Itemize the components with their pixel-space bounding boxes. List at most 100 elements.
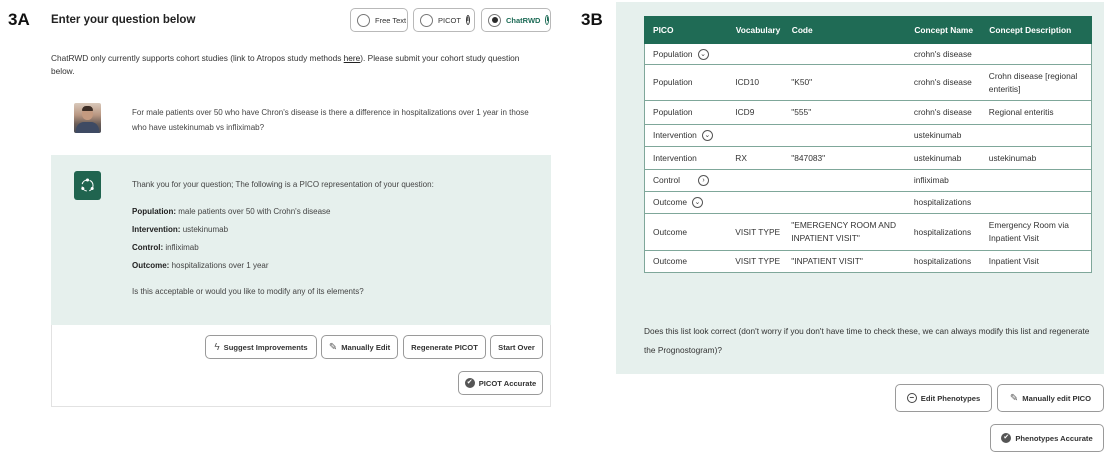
assistant-question: Is this acceptable or would you like to …: [132, 287, 364, 296]
table-row: Control › infliximab: [644, 169, 1092, 192]
concept-name-cell-text: crohn's disease: [913, 107, 972, 117]
edit-icon: ✎: [328, 341, 338, 353]
column-header: Vocabulary: [730, 16, 788, 44]
pico-population: Population: male patients over 50 with C…: [132, 207, 331, 216]
concept-name-cell: hospitalizations: [909, 213, 985, 251]
vocabulary-cell-text: ICD9: [735, 107, 755, 117]
expand-chevron-icon[interactable]: ⌄: [691, 197, 703, 209]
concept-name-cell: crohn's disease: [909, 64, 985, 101]
manually-edit-button[interactable]: ✎ Manually Edit: [321, 335, 398, 359]
assistant-intro: Thank you for your question; The followi…: [132, 180, 434, 189]
concept-description-cell: [984, 43, 1092, 65]
mode-label: PICOT: [438, 15, 461, 25]
button-label: Start Over: [498, 342, 535, 352]
pico-cell-text: Population: [653, 107, 693, 117]
phenotypes-accurate-button[interactable]: ✔ Phenotypes Accurate: [990, 424, 1104, 452]
confirmation-question: Does this list look correct (don't worry…: [644, 326, 1090, 355]
start-over-button[interactable]: Start Over: [490, 335, 543, 359]
pico-cell-text: Intervention: [653, 152, 697, 163]
code-cell-text: "EMERGENCY ROOM AND INPATIENT VISIT": [791, 220, 896, 243]
pico-cell: Population: [644, 64, 732, 101]
column-header: Code: [786, 16, 911, 44]
vocabulary-cell: RX: [731, 146, 788, 170]
concept-name-cell: crohn's disease: [909, 100, 985, 125]
radio-icon[interactable]: [420, 13, 433, 27]
pico-cell-text: Outcome: [653, 256, 687, 266]
radio-icon[interactable]: [357, 13, 370, 27]
concept-name-cell-text: hospitalizations: [913, 256, 972, 266]
user-message: For male patients over 50 who have Chron…: [132, 108, 529, 132]
mode-free-text[interactable]: Free Text: [350, 8, 408, 32]
mode-chatrwd[interactable]: ChatRWD i: [481, 8, 551, 32]
mode-label: Free Text: [375, 15, 407, 25]
pico-cell: Intervention: [644, 146, 732, 170]
info-icon[interactable]: i: [465, 15, 470, 25]
pico-label: Intervention:: [132, 225, 181, 234]
pico-cell: Population ⌄: [644, 43, 732, 65]
code-cell: "INPATIENT VISIT": [787, 250, 910, 273]
info-icon[interactable]: i: [545, 15, 550, 25]
pico-control: Control: infliximab: [132, 243, 199, 252]
pico-table: PICO Vocabulary Code Concept Name Concep…: [644, 16, 1092, 273]
concept-description-cell: ustekinumab: [984, 146, 1092, 170]
panel-label-3a: 3A: [8, 10, 30, 29]
button-label: PICOT Accurate: [478, 378, 537, 388]
regenerate-picot-button[interactable]: Regenerate PICOT: [403, 335, 486, 359]
suggest-improvements-button[interactable]: ϟ Suggest Improvements: [205, 335, 317, 359]
pico-cell: Outcome ⌄: [644, 191, 732, 214]
code-cell-text: "847083": [791, 152, 826, 163]
manually-edit-pico-button[interactable]: ✎ Manually edit PICO: [997, 384, 1104, 412]
pico-cell-text: Intervention: [653, 130, 697, 140]
code-cell: "K50": [787, 64, 910, 101]
pico-cell: Control ›: [644, 169, 732, 192]
table-row: Intervention RX "847083" ustekinumab ustekin…: [644, 146, 1092, 170]
code-cell: [787, 124, 910, 147]
picot-accurate-button[interactable]: ✔ PICOT Accurate: [458, 371, 543, 395]
pico-value: ustekinumab: [182, 225, 229, 234]
concept-name-cell: hospitalizations: [909, 250, 985, 273]
button-label: Manually Edit: [341, 342, 391, 352]
pico-cell: Outcome: [644, 250, 732, 273]
vocabulary-cell: ICD10: [731, 64, 788, 101]
code-cell: [787, 191, 910, 214]
concept-description-cell-text: ustekinumab: [988, 152, 1037, 163]
concept-name-cell-text: crohn's disease: [913, 48, 972, 59]
column-header: Concept Description: [984, 16, 1092, 44]
table-row: Outcome ⌄ hospitalizations: [644, 191, 1092, 214]
pico-label: Population:: [132, 207, 176, 216]
concept-name-cell-text: ustekinumab: [913, 152, 962, 163]
concept-name-cell: infliximab: [909, 169, 985, 192]
pico-cell: Population: [644, 100, 732, 125]
concept-name-cell-text: hospitalizations: [913, 226, 972, 237]
concept-name-cell: crohn's disease: [909, 43, 985, 65]
expand-chevron-icon[interactable]: ⌄: [701, 130, 713, 142]
pico-cell: Intervention ⌄: [644, 124, 732, 147]
study-methods-link[interactable]: here: [344, 53, 361, 63]
vocabulary-cell-text: RX: [735, 152, 747, 163]
concept-description-cell: [984, 191, 1092, 214]
lightning-icon: ϟ: [214, 341, 220, 353]
code-cell-text: "K50": [791, 77, 813, 87]
vocabulary-cell-text: VISIT TYPE: [735, 226, 781, 237]
concept-name-cell: ustekinumab: [909, 146, 985, 170]
button-label: Suggest Improvements: [223, 342, 308, 352]
code-cell: "EMERGENCY ROOM AND INPATIENT VISIT": [787, 213, 910, 251]
button-label: Phenotypes Accurate: [1015, 433, 1093, 443]
mode-picot[interactable]: PICOT i: [413, 8, 475, 32]
table-row: Outcome VISIT TYPE "EMERGENCY ROOM AND INP…: [644, 213, 1092, 251]
concept-description-cell: [984, 169, 1092, 192]
expand-chevron-icon[interactable]: ›: [698, 175, 709, 187]
mode-label: ChatRWD: [506, 15, 541, 25]
concept-description-cell: Crohn disease [regional enteritis]: [984, 64, 1092, 101]
radio-selected-icon[interactable]: [488, 13, 501, 27]
button-label: Regenerate PICOT: [411, 342, 478, 352]
vocabulary-cell: [731, 43, 788, 65]
edit-phenotypes-button[interactable]: − Edit Phenotypes: [895, 384, 992, 412]
panel-label-3b: 3B: [581, 10, 603, 29]
check-icon: ✔: [464, 378, 475, 388]
table-header-row: PICO Vocabulary Code Concept Name Concep…: [644, 16, 1092, 44]
code-cell-text: "555": [791, 107, 812, 117]
pico-cell-text: Control: [653, 175, 680, 185]
expand-chevron-icon[interactable]: ⌄: [697, 48, 709, 60]
check-icon: ✔: [1001, 433, 1012, 443]
